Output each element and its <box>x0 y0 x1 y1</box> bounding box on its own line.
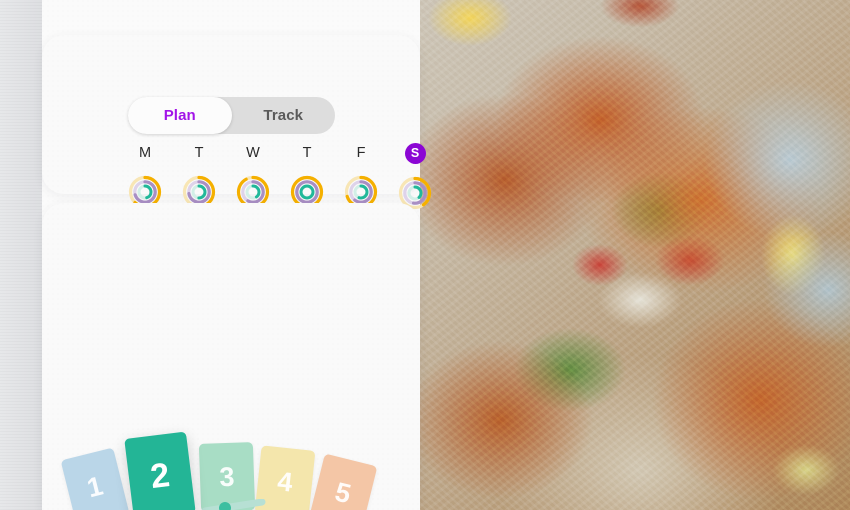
day-label-thursday: T <box>302 145 312 161</box>
day-label-tuesday: T <box>194 145 204 161</box>
zone-slider[interactable] <box>42 499 420 510</box>
day-monday[interactable]: M <box>128 143 162 209</box>
day-label-saturday: S <box>404 143 426 164</box>
tab-track[interactable]: Track <box>232 97 336 134</box>
day-label-monday: M <box>138 145 152 161</box>
day-label-friday: F <box>356 145 366 161</box>
zone-slider-handle <box>219 502 231 510</box>
app-panel: Plan Track M T W T F S 12345 You're burning m… <box>42 0 432 510</box>
day-wednesday[interactable]: W <box>236 143 270 209</box>
plan-track-segmented-control[interactable]: Plan Track <box>128 97 335 134</box>
plan-card: Plan Track M T W T F S <box>42 35 432 210</box>
day-saturday[interactable]: S <box>398 143 432 210</box>
day-tuesday[interactable]: T <box>182 143 216 209</box>
zone-card-2[interactable]: 2 <box>124 431 196 510</box>
day-friday[interactable]: F <box>344 143 378 209</box>
week-day-strip: MTWTFS <box>128 143 452 210</box>
day-label-wednesday: W <box>246 145 260 161</box>
zone-card-arc[interactable]: 12345 <box>42 423 420 510</box>
zones-card: 12345 You're burning mostly fat FAT 80% … <box>42 203 420 510</box>
day-thursday[interactable]: T <box>290 143 324 209</box>
tab-plan[interactable]: Plan <box>128 97 232 134</box>
